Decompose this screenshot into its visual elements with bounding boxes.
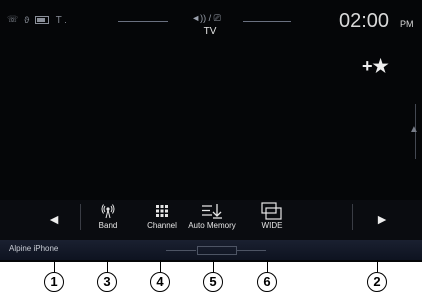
wide-screen-icon (246, 201, 298, 221)
divider (352, 204, 353, 230)
bluetooth-icon: ϑ (24, 14, 31, 25)
scroll-up-icon[interactable]: ▲ (409, 124, 419, 135)
callout-4: 4 (149, 272, 171, 292)
band-button[interactable]: Band (82, 201, 134, 237)
clock-ampm: PM (400, 19, 414, 29)
clock: 02:00 (339, 10, 390, 32)
divider (236, 250, 266, 251)
callout-line (267, 260, 268, 272)
callout-2: 2 (366, 272, 388, 292)
auto-memory-icon (186, 201, 238, 221)
wide-button[interactable]: WIDE (246, 201, 298, 237)
callout-line (213, 260, 214, 272)
phone-signal-icon: ☏ (7, 14, 20, 24)
callout-line (54, 260, 55, 272)
callout-3: 3 (96, 272, 118, 292)
next-channel-button[interactable]: ► (362, 203, 402, 235)
page-indicator (197, 246, 237, 255)
channel-button[interactable]: Channel (136, 201, 188, 237)
channel-label: Channel (147, 221, 177, 230)
tv-screen: ☏ ϑ Ｔ. ◄)) / ⎚ TV 02:00 PM +★ ▲ ◄ ► Band (0, 0, 422, 262)
antenna-icon (82, 201, 134, 221)
callout-line (160, 260, 161, 272)
callout-6: 6 (256, 272, 278, 292)
signal-strength-icon: Ｔ. (54, 15, 68, 25)
status-icons: ☏ ϑ Ｔ. (7, 13, 68, 26)
battery-icon (35, 15, 50, 24)
callout-1: 1 (43, 272, 65, 292)
callout-line (377, 260, 378, 272)
callout-line (107, 260, 108, 272)
keypad-icon (136, 201, 188, 221)
band-label: Band (98, 221, 118, 230)
device-name: Alpine iPhone (9, 244, 59, 253)
auto-memory-button[interactable]: Auto Memory (186, 201, 238, 237)
add-favorite-button[interactable]: +★ (362, 56, 389, 77)
wide-label: WIDE (261, 221, 283, 230)
divider (243, 21, 291, 22)
divider (118, 21, 168, 22)
source-title: TV (203, 26, 217, 37)
source-indicator: ◄)) / ⎚ (191, 13, 221, 23)
auto-memory-label: Auto Memory (188, 221, 236, 230)
callout-5: 5 (202, 272, 224, 292)
prev-channel-button[interactable]: ◄ (34, 203, 74, 235)
divider (166, 250, 196, 251)
divider (80, 204, 81, 230)
